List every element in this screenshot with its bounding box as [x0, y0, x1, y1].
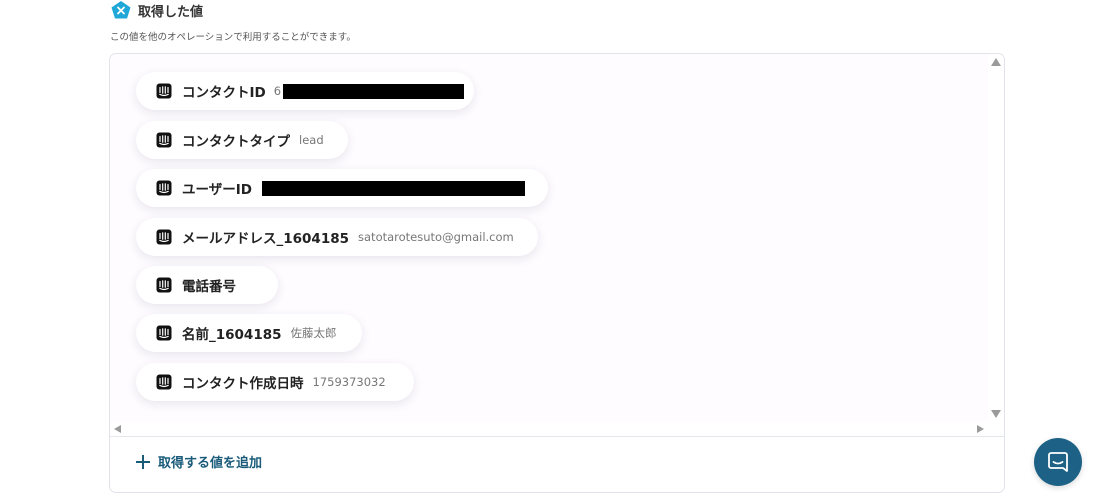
plus-icon: [136, 454, 150, 469]
add-value-button[interactable]: 取得する値を追加: [136, 452, 262, 471]
chat-bubble-icon: [1046, 450, 1070, 474]
chip-value: satotarotesuto@gmail.com: [358, 230, 514, 244]
add-value-label: 取得する値を追加: [158, 456, 263, 471]
value-chip-name[interactable]: 名前_1604185 佐藤太郎: [136, 314, 362, 352]
values-scroll-area[interactable]: コンタクトID 6 コンタクトタイプ lead ユーザーID メールアドレス_1…: [110, 54, 988, 422]
scroll-right-arrow-icon[interactable]: [977, 425, 984, 433]
intercom-icon: [156, 180, 172, 196]
value-chip-contact-id[interactable]: コンタクトID 6: [136, 72, 474, 110]
values-panel: コンタクトID 6 コンタクトタイプ lead ユーザーID メールアドレス_1…: [109, 53, 1005, 493]
section-subtitle: この値を他のオペレーションで利用することができます。: [110, 32, 356, 43]
intercom-icon: [156, 229, 172, 245]
chip-label: コンタクト作成日時: [182, 376, 304, 392]
horizontal-scrollbar[interactable]: [110, 422, 1004, 436]
intercom-icon: [156, 83, 172, 99]
chip-label: メールアドレス_1604185: [182, 231, 350, 247]
intercom-icon: [156, 132, 172, 148]
chip-label: コンタクトID: [182, 85, 266, 101]
value-chip-contact-type[interactable]: コンタクトタイプ lead: [136, 121, 348, 159]
chat-launcher-button[interactable]: [1034, 438, 1082, 486]
redaction-bar: [261, 180, 525, 196]
chip-label: ユーザーID: [182, 182, 252, 198]
scroll-up-arrow-icon[interactable]: [991, 58, 1001, 66]
chip-label: コンタクトタイプ: [182, 134, 290, 150]
chip-value: 6: [273, 84, 282, 98]
value-chip-created-at[interactable]: コンタクト作成日時 1759373032: [136, 363, 414, 401]
value-chip-phone[interactable]: 電話番号: [136, 266, 278, 304]
chip-value: 佐藤太郎: [290, 326, 337, 340]
redaction-bar: [283, 83, 465, 99]
chip-label: 名前_1604185: [182, 327, 282, 343]
chip-value: lead: [299, 133, 324, 147]
pentagon-x-icon: [110, 0, 132, 20]
value-chip-email[interactable]: メールアドレス_1604185 satotarotesuto@gmail.com: [136, 218, 538, 256]
chip-label: 電話番号: [182, 279, 236, 295]
section-title: 取得した値: [138, 4, 204, 20]
value-chip-user-id[interactable]: ユーザーID: [136, 169, 548, 207]
intercom-icon: [156, 325, 172, 341]
intercom-icon: [156, 374, 172, 390]
chip-value: 1759373032: [312, 375, 386, 389]
section-header: 取得した値: [110, 0, 203, 20]
scroll-down-arrow-icon[interactable]: [991, 410, 1001, 418]
scroll-left-arrow-icon[interactable]: [114, 425, 121, 433]
vertical-scrollbar[interactable]: [988, 54, 1004, 422]
panel-divider: [110, 436, 1004, 437]
intercom-icon: [156, 277, 172, 293]
